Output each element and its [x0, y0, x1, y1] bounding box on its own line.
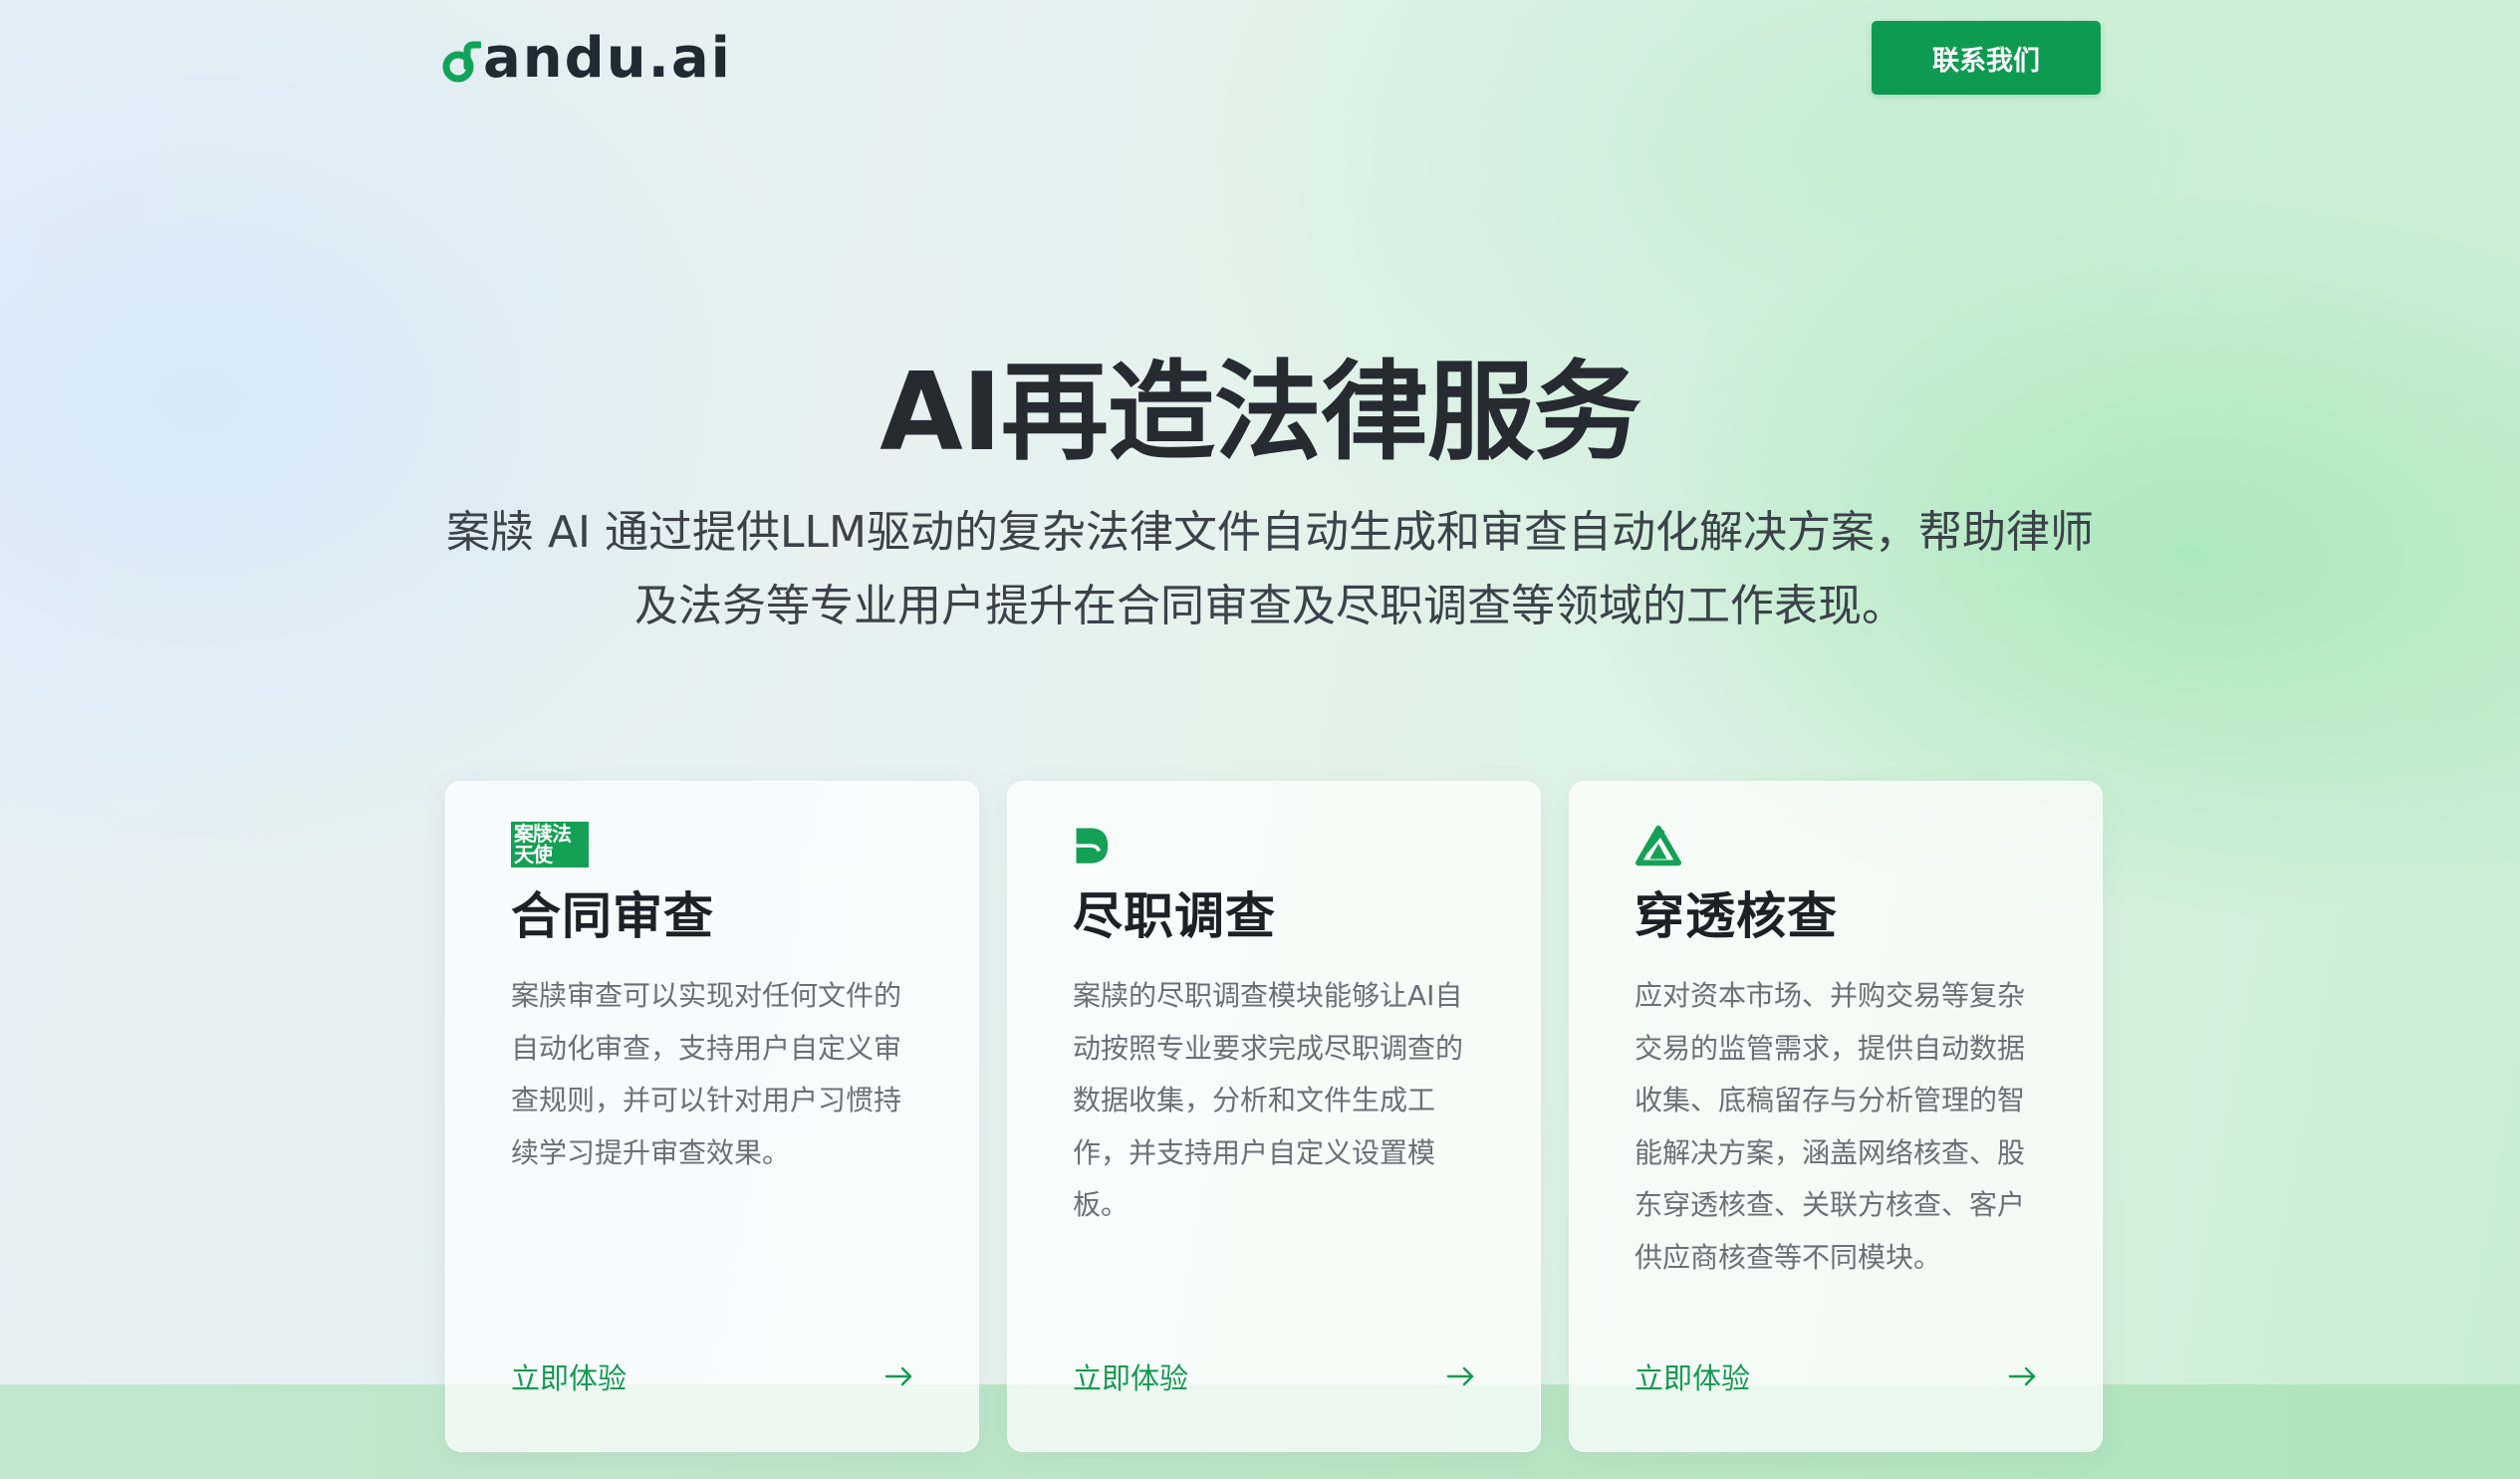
feature-card-penetration-check: 穿透核查 应对资本市场、并购交易等复杂交易的监管需求，提供自动数据收集、底稿留存… — [1569, 781, 2103, 1452]
logo-text: andu.ai — [483, 26, 732, 91]
card-title: 穿透核查 — [1635, 887, 1838, 945]
hero-subtitle: 案牍 AI 通过提供LLM驱动的复杂法律文件自动生成和审查自动化解决方案，帮助律… — [445, 507, 2095, 631]
try-now-link[interactable]: 立即体验 — [1073, 1352, 1476, 1401]
card-description: 案牍的尽职调查模块能够让AI自动按照专业要求完成尽职调查的数据收集，分析和文件生… — [1073, 979, 1464, 1221]
feature-card-contract-review: 案牍法天使 合同审查 案牍审查可以实现对任何文件的自动化审查，支持用户自定义审查… — [445, 781, 979, 1452]
try-now-label[interactable]: 立即体验 — [511, 1356, 627, 1397]
contact-us-button[interactable]: 联系我们 — [1872, 21, 2101, 95]
try-now-label[interactable]: 立即体验 — [1635, 1356, 1750, 1397]
site-logo[interactable]: andu.ai — [441, 24, 732, 94]
triangle-network-icon — [1635, 825, 1682, 866]
arrow-right-icon[interactable] — [2008, 1364, 2038, 1388]
law-angel-seal-icon: 案牍法天使 — [511, 822, 589, 871]
d-shape-logo-icon — [1076, 828, 1109, 863]
hero-title: AI再造法律服务 — [880, 351, 1641, 475]
card-description: 应对资本市场、并购交易等复杂交易的监管需求，提供自动数据收集、底稿留存与分析管理… — [1635, 979, 2026, 1274]
card-description: 案牍审查可以实现对任何文件的自动化审查，支持用户自定义审查规则，并可以针对用户习… — [511, 979, 902, 1169]
card-title: 合同审查 — [511, 887, 714, 945]
try-now-label[interactable]: 立即体验 — [1073, 1356, 1188, 1397]
arrow-right-icon[interactable] — [1446, 1364, 1476, 1388]
seal-icon-text: 案牍法天使 — [511, 822, 589, 867]
feature-card-due-diligence: 尽职调查 案牍的尽职调查模块能够让AI自动按照专业要求完成尽职调查的数据收集，分… — [1007, 781, 1541, 1452]
try-now-link[interactable]: 立即体验 — [1635, 1352, 2038, 1401]
arrow-right-icon[interactable] — [884, 1364, 914, 1388]
try-now-link[interactable]: 立即体验 — [511, 1352, 914, 1401]
card-title: 尽职调查 — [1073, 887, 1276, 945]
dandu-logo-mark-icon — [442, 41, 481, 83]
